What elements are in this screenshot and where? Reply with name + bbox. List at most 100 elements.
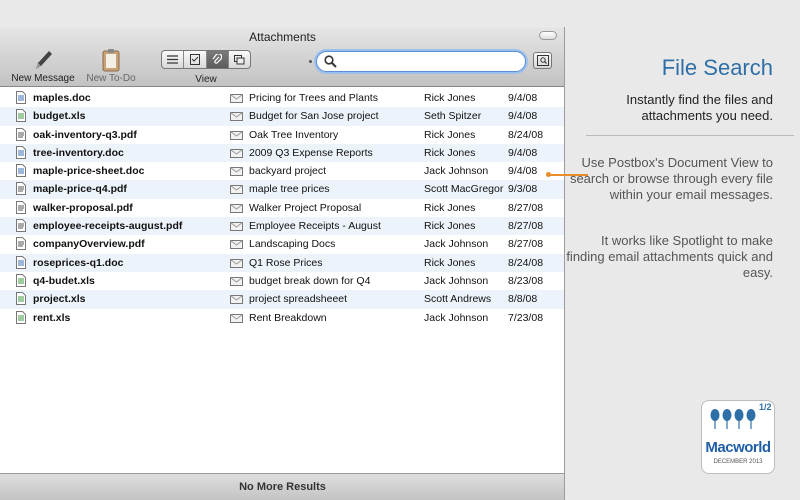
clipboard-icon bbox=[80, 47, 142, 73]
image-view-button[interactable] bbox=[229, 51, 250, 68]
view-label: View bbox=[195, 74, 217, 85]
search-options-button[interactable] bbox=[533, 52, 552, 69]
list-item[interactable]: walker-proposal.pdf Walker Project Propos… bbox=[0, 199, 564, 217]
doc-icon bbox=[16, 145, 26, 162]
list-item[interactable]: roseprices-q1.doc Q1 Rose Prices Rick Jone… bbox=[0, 253, 564, 272]
checklist-icon bbox=[189, 54, 200, 65]
pdf-icon bbox=[16, 182, 26, 198]
list-item[interactable]: oak-inventory-q3.pdf Oak Tree Inventory Ri… bbox=[0, 126, 564, 144]
divider bbox=[586, 135, 794, 136]
message-subject: Walker Project Proposal bbox=[249, 201, 362, 214]
file-name: project.xls bbox=[33, 293, 86, 306]
message-date: 8/8/08 bbox=[508, 293, 538, 306]
list-view-button[interactable] bbox=[162, 51, 185, 68]
list-item[interactable]: maple-price-sheet.doc backyard project Jac… bbox=[0, 162, 564, 180]
file-name: rent.xls bbox=[33, 311, 71, 324]
list-item[interactable]: maple-price-q4.pdf maple tree prices Scott… bbox=[0, 180, 564, 199]
message-subject: 2009 Q3 Expense Reports bbox=[249, 146, 373, 159]
feature-description: Use Postbox's Document View to search or… bbox=[569, 155, 773, 202]
mail-icon bbox=[230, 295, 243, 307]
sender-name: Jack Johnson bbox=[424, 311, 489, 324]
message-subject: Landscaping Docs bbox=[249, 238, 336, 251]
message-date: 9/4/08 bbox=[508, 146, 538, 159]
half-rating: 1/2 bbox=[759, 402, 772, 412]
mail-icon bbox=[230, 240, 243, 252]
message-date: 9/4/08 bbox=[508, 92, 538, 104]
message-date: 7/23/08 bbox=[508, 311, 544, 324]
list-item[interactable]: tree-inventory.doc 2009 Q3 Expense Report… bbox=[0, 143, 564, 163]
file-name: q4-budet.xls bbox=[33, 274, 95, 287]
xls-icon bbox=[16, 292, 26, 308]
message-subject: Budget for San Jose project bbox=[249, 110, 379, 123]
message-date: 8/27/08 bbox=[508, 201, 544, 214]
xls-icon bbox=[16, 273, 26, 290]
new-message-button[interactable]: New Message bbox=[8, 47, 78, 84]
new-message-label: New Message bbox=[11, 73, 75, 84]
list-item[interactable]: project.xls project spreadsheeet Scott And… bbox=[0, 290, 564, 309]
pen-icon bbox=[8, 47, 78, 73]
sender-name: Scott Andrews bbox=[424, 293, 492, 306]
search-scope-dot bbox=[309, 60, 312, 63]
message-subject: project spreadsheeet bbox=[249, 293, 348, 306]
pdf-icon bbox=[16, 200, 26, 217]
mail-icon bbox=[230, 167, 243, 179]
list-item[interactable]: rent.xls Rent Breakdown Jack Johnson 7/23/0… bbox=[0, 309, 564, 327]
file-name: walker-proposal.pdf bbox=[33, 201, 133, 214]
feature-description-secondary: It works like Spotlight to make finding … bbox=[566, 233, 773, 280]
message-date: 9/3/08 bbox=[508, 183, 538, 196]
pdf-icon bbox=[16, 127, 26, 144]
attachment-view-button[interactable] bbox=[206, 51, 229, 68]
mail-icon bbox=[230, 148, 243, 161]
sender-name: Rick Jones bbox=[424, 256, 476, 269]
file-name: budget.xls bbox=[33, 110, 86, 123]
message-date: 9/4/08 bbox=[508, 165, 538, 178]
sender-name: Rick Jones bbox=[424, 201, 476, 214]
doc-icon bbox=[16, 164, 26, 180]
file-name: oak-inventory-q3.pdf bbox=[33, 128, 137, 141]
new-todo-label: New To-Do bbox=[86, 73, 136, 84]
sender-name: Seth Spitzer bbox=[424, 110, 482, 123]
search-field[interactable] bbox=[316, 51, 526, 72]
callout-line bbox=[548, 174, 588, 176]
mail-icon bbox=[230, 185, 243, 197]
feature-subheading: Instantly find the files and attachments… bbox=[626, 92, 773, 123]
rating-mice-icon bbox=[709, 406, 757, 432]
toolbar-toggle-button[interactable] bbox=[539, 31, 557, 40]
mail-icon bbox=[230, 130, 243, 143]
list-item[interactable]: companyOverview.pdf Landscaping Docs Jack … bbox=[0, 235, 564, 253]
sender-name: Scott MacGregor bbox=[424, 183, 504, 196]
mail-icon bbox=[230, 258, 243, 271]
message-subject: Employee Receipts - August bbox=[249, 220, 381, 233]
doc-icon bbox=[16, 255, 26, 272]
search-input[interactable] bbox=[341, 54, 519, 69]
todo-view-button[interactable] bbox=[184, 51, 207, 68]
list-item[interactable]: q4-budet.xls budget break down for Q4 Jack… bbox=[0, 272, 564, 290]
message-date: 8/27/08 bbox=[508, 238, 544, 251]
message-subject: Rent Breakdown bbox=[249, 311, 327, 324]
list-item[interactable]: budget.xls Budget for San Jose project Set… bbox=[0, 107, 564, 126]
list-item[interactable]: maples.doc Pricing for Trees and Plants Ri… bbox=[0, 89, 564, 107]
feature-heading: File Search bbox=[661, 55, 773, 80]
sender-name: Rick Jones bbox=[424, 146, 476, 159]
message-subject: backyard project bbox=[249, 165, 327, 178]
message-subject: Pricing for Trees and Plants bbox=[249, 92, 378, 104]
pdf-icon bbox=[16, 219, 26, 235]
attachment-list: maples.doc Pricing for Trees and Plants Ri… bbox=[0, 89, 564, 327]
message-subject: Q1 Rose Prices bbox=[249, 256, 323, 269]
sender-name: Jack Johnson bbox=[424, 238, 489, 251]
list-icon bbox=[167, 55, 179, 64]
message-subject: budget break down for Q4 bbox=[249, 274, 371, 287]
list-item[interactable]: employee-receipts-august.pdf Employee Rec… bbox=[0, 217, 564, 236]
mail-icon bbox=[230, 222, 243, 234]
new-todo-button[interactable]: New To-Do bbox=[80, 47, 142, 84]
message-subject: maple tree prices bbox=[249, 183, 330, 196]
file-name: maples.doc bbox=[33, 92, 91, 104]
message-date: 9/4/08 bbox=[508, 110, 538, 123]
mail-icon bbox=[230, 313, 243, 326]
window-title: Attachments bbox=[249, 30, 316, 44]
award-date: DECEMBER 2013 bbox=[713, 459, 763, 465]
message-date: 8/27/08 bbox=[508, 220, 544, 233]
mail-icon bbox=[230, 203, 243, 216]
macworld-award-badge: 1/2 Macworld DECEMBER 2013 bbox=[701, 400, 775, 474]
sender-name: Jack Johnson bbox=[424, 274, 489, 287]
